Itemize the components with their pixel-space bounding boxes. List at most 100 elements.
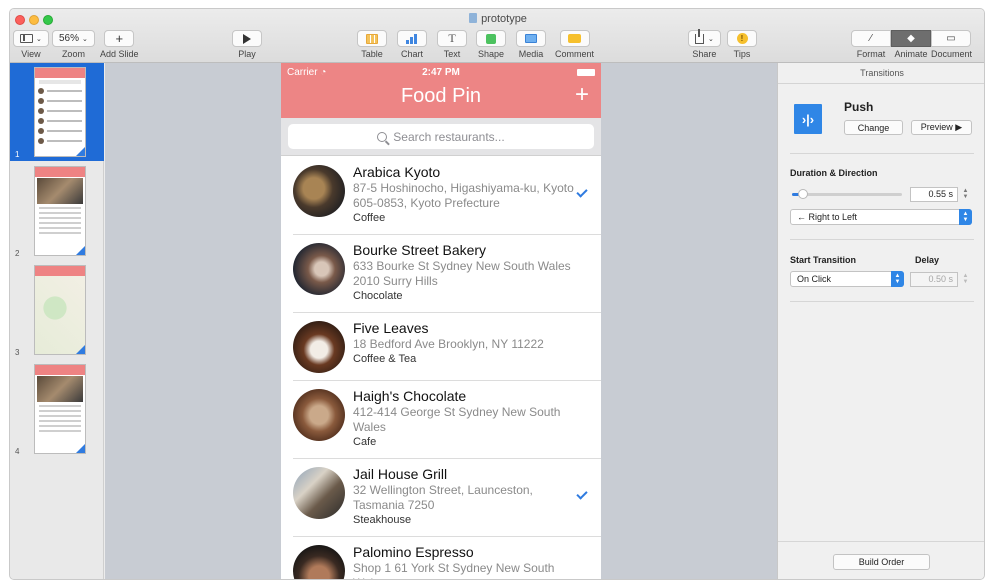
shape-icon — [486, 33, 496, 44]
window-title: prototype — [10, 13, 984, 25]
direction-popup[interactable]: ← Right to Left ▲ ▼ — [790, 209, 972, 225]
play-icon — [243, 33, 251, 44]
document-icon: ▭ — [946, 33, 956, 44]
format-button[interactable]: ⁄ — [851, 30, 891, 47]
slide-preview — [34, 166, 86, 256]
share-button[interactable]: ⌄ Share — [688, 28, 721, 59]
zoom-button[interactable]: 56% ⌄ Zoom — [52, 30, 95, 59]
slide-thumbnail-3[interactable]: 3 — [10, 261, 104, 359]
document-label: Document — [931, 49, 973, 59]
document-button[interactable]: ▭ — [931, 30, 971, 47]
restaurant-type: Coffee & Tea — [353, 353, 417, 365]
checkmark-icon — [576, 186, 588, 198]
text-button[interactable]: T Text — [437, 30, 467, 59]
slide-thumbnail-1[interactable]: 1 — [10, 63, 104, 161]
animate-icon: ◆ — [907, 33, 915, 44]
animate-label: Animate — [894, 49, 928, 59]
add-icon[interactable]: + — [575, 83, 589, 107]
document-icon — [469, 13, 478, 23]
chart-label: Chart — [400, 49, 423, 59]
restaurant-row[interactable]: Palomino Espresso Shop 1 61 York St Sydn… — [281, 536, 601, 579]
tips-button[interactable]: ! Tips — [727, 30, 757, 59]
add-slide-button[interactable]: + Add Slide — [100, 30, 139, 59]
slide-thumbnail-2[interactable]: 2 — [10, 162, 104, 260]
restaurant-address: 87-5 Hoshinocho, Higashiyama-ku, Kyoto 6… — [353, 181, 574, 210]
restaurant-name: Arabica Kyoto — [353, 164, 441, 180]
restaurant-photo — [293, 467, 345, 519]
duration-field[interactable]: 0.55 s — [910, 187, 958, 202]
paintbrush-icon: ⁄ — [870, 33, 872, 44]
phone-mockup[interactable]: Carrier ◔ 2:47 PM Food Pin + Search rest… — [281, 63, 601, 579]
add-slide-label: Add Slide — [100, 49, 139, 59]
restaurant-type: Cafe — [353, 436, 377, 448]
preview-button[interactable]: Preview ▶ — [911, 120, 972, 135]
share-icon — [695, 28, 704, 44]
restaurant-type: Chocolate — [353, 290, 403, 302]
direction-value: ← Right to Left — [797, 212, 858, 222]
restaurant-address: Shop 1 61 York St Sydney New South Wales — [353, 561, 555, 579]
restaurant-name: Palomino Espresso — [353, 544, 474, 560]
media-label: Media — [518, 49, 544, 59]
build-order-button[interactable]: Build Order — [833, 554, 930, 570]
keynote-window: prototype ⌄ View 56% ⌄ Zoom + Add Slide P… — [9, 8, 985, 580]
duration-stepper[interactable]: ▲ ▼ — [962, 188, 969, 201]
slide-thumbnail-4[interactable]: 4 — [10, 360, 104, 458]
restaurant-address: 18 Bedford Ave Brooklyn, NY 11222 — [353, 337, 544, 351]
battery-icon — [577, 69, 595, 76]
push-transition-icon: ›|› — [794, 104, 822, 134]
chevron-down-icon: ⌄ — [82, 35, 88, 43]
view-button[interactable]: ⌄ View — [13, 30, 49, 59]
animate-button[interactable]: ◆ — [891, 30, 931, 47]
slide-canvas[interactable]: Carrier ◔ 2:47 PM Food Pin + Search rest… — [105, 63, 777, 579]
restaurant-address: 32 Wellington Street, Launceston, Tasman… — [353, 483, 533, 512]
restaurant-photo — [293, 165, 345, 217]
search-input[interactable]: Search restaurants... — [288, 124, 594, 149]
duration-direction-label: Duration & Direction — [790, 168, 878, 178]
slide-number: 1 — [15, 150, 20, 159]
change-button[interactable]: Change — [844, 120, 903, 135]
media-icon — [525, 34, 537, 43]
plus-icon: + — [115, 31, 124, 46]
tips-label: Tips — [733, 49, 751, 59]
toolbar: prototype ⌄ View 56% ⌄ Zoom + Add Slide P… — [10, 9, 984, 63]
transitions-tab[interactable]: Transitions — [778, 63, 984, 84]
chart-button[interactable]: Chart — [397, 30, 427, 59]
duration-slider[interactable] — [792, 189, 902, 199]
restaurant-row[interactable]: Arabica Kyoto 87-5 Hoshinocho, Higashiya… — [281, 156, 601, 234]
restaurant-name: Bourke Street Bakery — [353, 242, 487, 258]
table-button[interactable]: Table — [357, 30, 387, 59]
media-button[interactable]: Media — [516, 30, 546, 59]
restaurant-photo — [293, 321, 345, 373]
delay-field[interactable]: 0.50 s — [910, 272, 958, 287]
inspector-segment-labels: Format Animate Document — [851, 49, 973, 59]
chart-icon — [406, 33, 418, 44]
restaurant-row[interactable]: Jail House Grill 32 Wellington Street, L… — [281, 458, 601, 536]
search-bar: Search restaurants... — [281, 118, 601, 156]
comment-label: Comment — [555, 49, 595, 59]
restaurant-row[interactable]: Five Leaves 18 Bedford Ave Brooklyn, NY … — [281, 312, 601, 380]
restaurant-row[interactable]: Bourke Street Bakery 633 Bourke St Sydne… — [281, 234, 601, 312]
restaurant-address: 633 Bourke St Sydney New South Wales 201… — [353, 259, 571, 288]
start-transition-popup[interactable]: On Click ▲ ▼ — [790, 271, 904, 287]
slide-preview — [34, 364, 86, 454]
restaurant-row[interactable]: Haigh's Chocolate 412-414 George St Sydn… — [281, 380, 601, 458]
popup-arrows-icon: ▲ ▼ — [959, 209, 972, 225]
animate-inspector: Transitions ›|› Push Change Preview ▶ Du… — [777, 63, 984, 579]
duration-slider-knob[interactable] — [798, 189, 808, 199]
delay-stepper[interactable]: ▲ ▼ — [962, 273, 969, 286]
slide-navigator: 1 2 3 4 — [10, 63, 104, 579]
view-icon — [20, 34, 33, 43]
lightbulb-icon: ! — [736, 33, 748, 44]
table-label: Table — [361, 49, 383, 59]
play-button[interactable]: Play — [232, 30, 262, 59]
slide-preview — [34, 67, 86, 157]
shape-button[interactable]: Shape — [476, 30, 506, 59]
status-time: 2:47 PM — [422, 67, 460, 78]
restaurant-name: Haigh's Chocolate — [353, 388, 467, 404]
comment-icon — [568, 34, 581, 43]
delay-label: Delay — [915, 255, 940, 265]
comment-button[interactable]: Comment — [555, 30, 594, 59]
search-icon — [377, 131, 388, 142]
play-label: Play — [238, 49, 256, 59]
app-title: Food Pin — [400, 85, 482, 107]
